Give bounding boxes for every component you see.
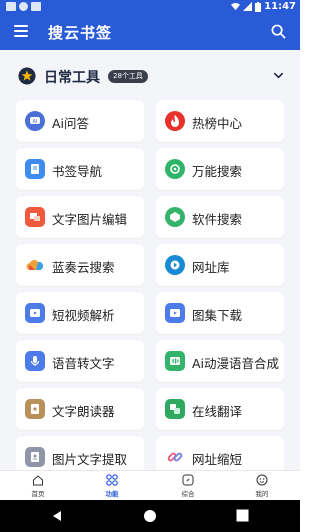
compass-icon: [182, 474, 194, 486]
tool-label: Ai问答: [52, 116, 90, 131]
search-chat-icon: [165, 159, 185, 179]
nav-label: 我的: [255, 490, 269, 498]
album-download-icon: [165, 303, 185, 323]
battery-icon: [255, 1, 262, 12]
status-bar: 11:47: [0, 0, 300, 14]
cloud-icon: [25, 255, 45, 275]
nav-label: 首页: [31, 490, 45, 498]
app-bar: 搜云书签: [0, 14, 300, 50]
tool-card-lanzou-search[interactable]: 蓝奏云搜索: [16, 244, 144, 286]
notification-icon: [19, 2, 28, 11]
back-icon[interactable]: [50, 509, 64, 523]
tool-label: 文字图片编辑: [52, 212, 128, 227]
translate-icon: [165, 399, 185, 419]
tool-card-software-search[interactable]: 软件搜索: [156, 196, 284, 238]
bottom-nav: 首页 功能 综合 我的: [0, 470, 300, 500]
nav-profile[interactable]: 我的: [232, 474, 292, 498]
tool-label: Ai动漫语音合成: [192, 356, 280, 371]
home-icon: [33, 475, 43, 486]
tool-label: 书签导航: [52, 164, 103, 179]
tool-card-short-video[interactable]: 短视频解析: [16, 292, 144, 334]
tool-label: 网址缩短: [192, 452, 243, 467]
tool-card-image-text-extract[interactable]: 图片文字提取: [16, 436, 144, 470]
tool-card-album-download[interactable]: 图集下载: [156, 292, 284, 334]
tool-card-hot-list[interactable]: 热榜中心: [156, 100, 284, 142]
tool-card-online-translate[interactable]: 在线翻译: [156, 388, 284, 430]
search-icon[interactable]: [271, 24, 286, 39]
tool-label: 软件搜索: [192, 212, 243, 227]
grid-icon: [106, 474, 118, 486]
url-library-icon: [165, 255, 185, 275]
ai-voice-icon: [165, 351, 185, 371]
tool-label: 网址库: [192, 260, 230, 275]
short-video-icon: [25, 303, 45, 323]
chevron-down-icon[interactable]: [273, 70, 284, 81]
tool-label: 万能搜索: [192, 164, 243, 179]
profile-icon: [256, 474, 268, 486]
bookmark-icon: [25, 159, 45, 179]
image-text-extract-icon: [25, 447, 45, 467]
notification-icon: [6, 2, 16, 11]
tool-count-badge: 28个工具: [108, 70, 148, 83]
tool-label: 图片文字提取: [52, 452, 128, 467]
text-image-edit-icon: [25, 207, 45, 227]
tool-card-bookmark-nav[interactable]: 书签导航: [16, 148, 144, 190]
home-circle-icon[interactable]: [143, 509, 157, 523]
tool-card-ai-voice-synthesis[interactable]: Ai动漫语音合成: [156, 340, 284, 382]
nav-general[interactable]: 综合: [158, 474, 218, 498]
tool-label: 热榜中心: [192, 116, 243, 131]
recent-apps-icon[interactable]: [236, 509, 249, 522]
menu-icon[interactable]: [14, 25, 28, 37]
software-search-icon: [165, 207, 185, 227]
wifi-icon: [231, 2, 241, 11]
section-title: 日常工具: [44, 70, 100, 86]
tool-card-url-shorten[interactable]: 网址缩短: [156, 436, 284, 470]
notification-icon: [31, 2, 41, 11]
tool-card-universal-search[interactable]: 万能搜索: [156, 148, 284, 190]
text-reader-icon: [25, 399, 45, 419]
tool-card-voice-to-text[interactable]: 语音转文字: [16, 340, 144, 382]
status-time: 11:47: [264, 1, 296, 12]
app-title: 搜云书签: [48, 24, 113, 42]
section-header[interactable]: 日常工具 28个工具: [0, 64, 300, 88]
notification-icons: [6, 2, 41, 11]
tool-label: 图集下载: [192, 308, 243, 323]
tool-label: 语音转文字: [52, 356, 115, 371]
nav-features[interactable]: 功能: [82, 474, 142, 498]
tool-card-url-library[interactable]: 网址库: [156, 244, 284, 286]
tool-label: 短视频解析: [52, 308, 115, 323]
content-area: 日常工具 28个工具 AI Ai问答 热榜中心 书签导航 万能搜索 文字图片编辑…: [0, 50, 300, 470]
tool-label: 蓝奏云搜索: [52, 260, 115, 275]
voice-to-text-icon: [25, 351, 45, 371]
ai-chat-icon: AI: [25, 111, 45, 131]
nav-label: 综合: [181, 490, 195, 498]
tool-card-text-image-edit[interactable]: 文字图片编辑: [16, 196, 144, 238]
svg-text:AI: AI: [33, 119, 38, 125]
tool-label: 文字朗读器: [52, 404, 115, 419]
nav-label: 功能: [105, 490, 119, 498]
star-icon: [18, 67, 36, 85]
link-shorten-icon: [165, 447, 185, 467]
nav-home[interactable]: 首页: [8, 474, 68, 498]
tool-label: 在线翻译: [192, 404, 243, 419]
tool-card-ai-chat[interactable]: AI Ai问答: [16, 100, 144, 142]
signal-icon: [243, 2, 253, 11]
system-nav-bar: [0, 500, 300, 532]
tool-card-text-reader[interactable]: 文字朗读器: [16, 388, 144, 430]
flame-icon: [165, 111, 185, 131]
